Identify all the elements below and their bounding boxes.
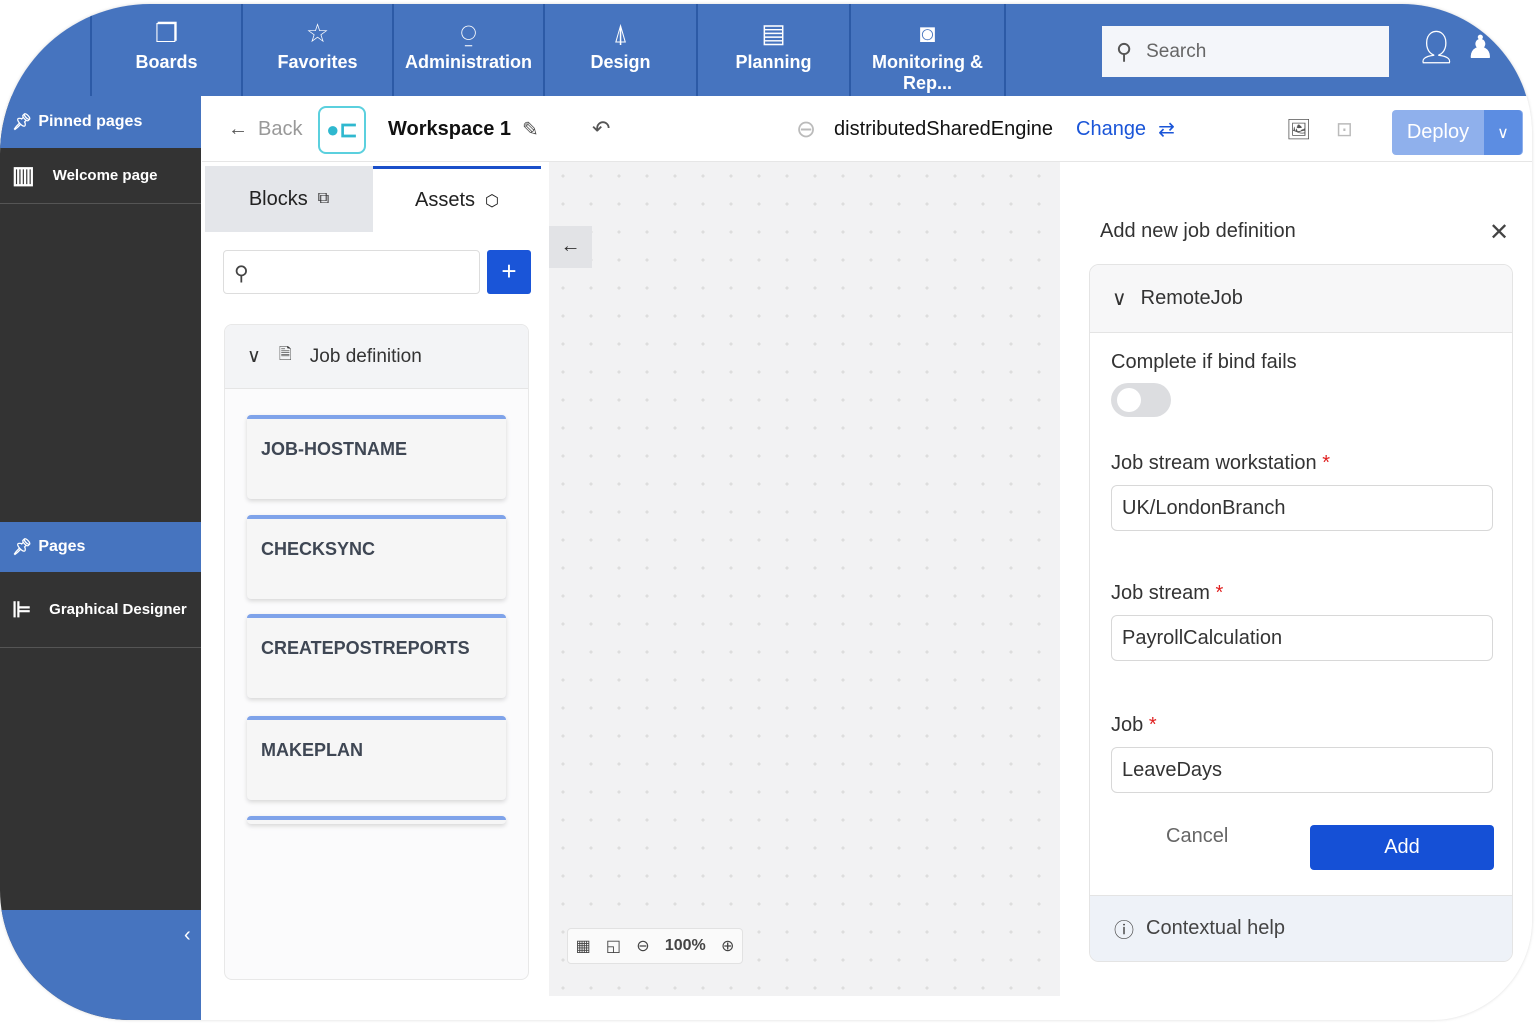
design-canvas[interactable]: ← ▦ ◱ ⊖ 100% ⊕ [549, 162, 1060, 996]
monitor-icon: ◙ [919, 18, 936, 48]
job-definition-header[interactable]: ∨ 🗎 Job definition [225, 325, 528, 389]
block-card[interactable]: CREATEPOSTREPORTS [247, 614, 506, 698]
pin-icon: 📌︎ [12, 539, 33, 556]
job-label: Job * [1111, 714, 1157, 736]
engine-status-icon: ⊖ [796, 115, 817, 143]
workstation-input[interactable]: UK/LondonBranch [1111, 485, 1493, 531]
notification-icon[interactable]: ♟ [1466, 28, 1495, 66]
deploy-button[interactable]: Deploy ∨ [1392, 110, 1523, 155]
search-icon: ⚲ [1116, 38, 1133, 64]
collapse-panel-icon[interactable]: ← [549, 226, 592, 268]
job-form: ∨ RemoteJob Complete if bind fails Job st… [1089, 264, 1513, 962]
block-card[interactable]: MAKEPLAN [247, 716, 506, 800]
image-icon[interactable]: 🖼︎ [1286, 96, 1311, 162]
add-button[interactable]: Add [1310, 825, 1494, 870]
pin-icon: 📌︎ [12, 114, 33, 131]
help-icon: ⓘ [1114, 920, 1134, 942]
complete-if-bind-fails-label: Complete if bind fails [1111, 351, 1297, 373]
blocks-search-input[interactable]: ⚲ [223, 250, 480, 294]
chevron-down-icon: ∨ [247, 346, 261, 367]
search-icon: ⚲ [234, 263, 249, 285]
sidebar-item-welcome[interactable]: ▥ Welcome page [0, 148, 201, 204]
nav-boards[interactable]: ❐ Boards [90, 4, 241, 96]
workspace-name: Workspace 1 [388, 117, 512, 140]
close-icon[interactable]: ✕ [1489, 218, 1509, 247]
compass-icon: ⍋ [612, 18, 629, 48]
layout-icon[interactable]: ⊡ [1336, 96, 1353, 162]
collapse-sidebar-icon[interactable]: ‹ [184, 924, 191, 947]
edit-icon[interactable]: ✎ [522, 96, 539, 162]
zoom-level: 100% [664, 937, 706, 954]
nav-design[interactable]: ⍋ Design [543, 4, 696, 96]
undo-icon[interactable]: ↶ [592, 96, 610, 162]
cube-icon: ⬡ [485, 192, 499, 210]
nav-planning[interactable]: ▤ Planning [696, 4, 849, 96]
designer-toolbar: ← Back ●⊏ Workspace 1 ✎ ↶ ⊖ distributedSh… [202, 96, 1532, 162]
designer-icon: ⊫ [12, 596, 32, 622]
contextual-help[interactable]: ⓘ Contextual help [1090, 895, 1512, 961]
job-stream-input[interactable]: PayrollCalculation [1111, 615, 1493, 661]
sidebar-item-graphical-designer[interactable]: ⊫ Graphical Designer [0, 572, 201, 648]
top-nav: ❐ Boards ☆ Favorites ⍜ Administration ⍋ Desi… [0, 4, 1532, 96]
document-icon: 🗎 [278, 346, 292, 363]
grid-icon[interactable]: ▦ [576, 936, 591, 956]
remotejob-section-header[interactable]: ∨ RemoteJob [1090, 265, 1512, 333]
job-definition-panel: Add new job definition ✕ ∨ RemoteJob Comp… [1061, 162, 1532, 996]
job-stream-label: Job stream * [1111, 582, 1224, 604]
pages-header[interactable]: 📌︎ Pages [0, 522, 201, 572]
arrow-left-icon: ← [228, 117, 248, 140]
search-input[interactable]: ⚲ Search [1102, 26, 1389, 77]
nav-monitoring[interactable]: ◙ Monitoring & Rep... [849, 4, 1006, 96]
fit-icon[interactable]: ◱ [606, 936, 621, 956]
swap-icon: ⇄ [1158, 118, 1175, 141]
planning-icon: ▤ [761, 18, 786, 48]
workspace-logo-icon: ●⊏ [318, 106, 366, 154]
chevron-down-icon[interactable]: ∨ [1484, 110, 1522, 155]
block-card[interactable]: JOB-HOSTNAME [247, 415, 506, 499]
cancel-button[interactable]: Cancel [1166, 825, 1228, 848]
chevron-down-icon: ∨ [1112, 288, 1127, 310]
job-input[interactable]: LeaveDays [1111, 747, 1493, 793]
tab-assets[interactable]: Assets ⬡ [373, 166, 541, 232]
block-card[interactable]: CHECKSYNC [247, 515, 506, 599]
engine-name: distributedSharedEngine [834, 117, 1054, 140]
add-block-button[interactable]: + [487, 250, 531, 294]
sidebar: 📌︎ Pinned pages ▥ Welcome page 📌︎ Pages ⊫ Gr… [0, 96, 201, 1020]
panel-title: Add new job definition [1100, 220, 1296, 242]
blocks-panel: Blocks ⧉ Assets ⬡ ⚲ + ∨ 🗎 Job definition JOB… [205, 166, 548, 996]
job-definition-group: ∨ 🗎 Job definition JOB-HOSTNAME CHECKSYNC … [224, 324, 529, 980]
zoom-in-icon[interactable]: ⊕ [721, 936, 734, 956]
star-icon: ☆ [305, 18, 330, 48]
zoom-out-icon[interactable]: ⊖ [636, 936, 649, 956]
app-window: ❐ Boards ☆ Favorites ⍜ Administration ⍋ Desi… [0, 4, 1532, 1020]
nav-administration[interactable]: ⍜ Administration [392, 4, 543, 96]
change-engine-button[interactable]: Change ⇄ [1076, 96, 1175, 162]
back-button[interactable]: ← Back [228, 96, 302, 162]
workstation-label: Job stream workstation * [1111, 452, 1330, 474]
tab-blocks[interactable]: Blocks ⧉ [205, 166, 373, 232]
nav-favorites[interactable]: ☆ Favorites [241, 4, 392, 96]
admin-icon: ⍜ [460, 18, 477, 48]
book-icon: ▥ [12, 162, 35, 189]
boards-icon: ❐ [154, 18, 179, 48]
complete-if-bind-fails-toggle[interactable] [1111, 383, 1171, 417]
pinned-pages-header[interactable]: 📌︎ Pinned pages [0, 96, 201, 148]
zoom-controls: ▦ ◱ ⊖ 100% ⊕ [567, 928, 743, 964]
block-card[interactable] [247, 816, 506, 824]
sidebar-footer: ‹ [0, 910, 201, 1020]
blocks-icon: ⧉ [317, 190, 330, 207]
user-icon[interactable]: 👤︎ [1416, 28, 1457, 66]
